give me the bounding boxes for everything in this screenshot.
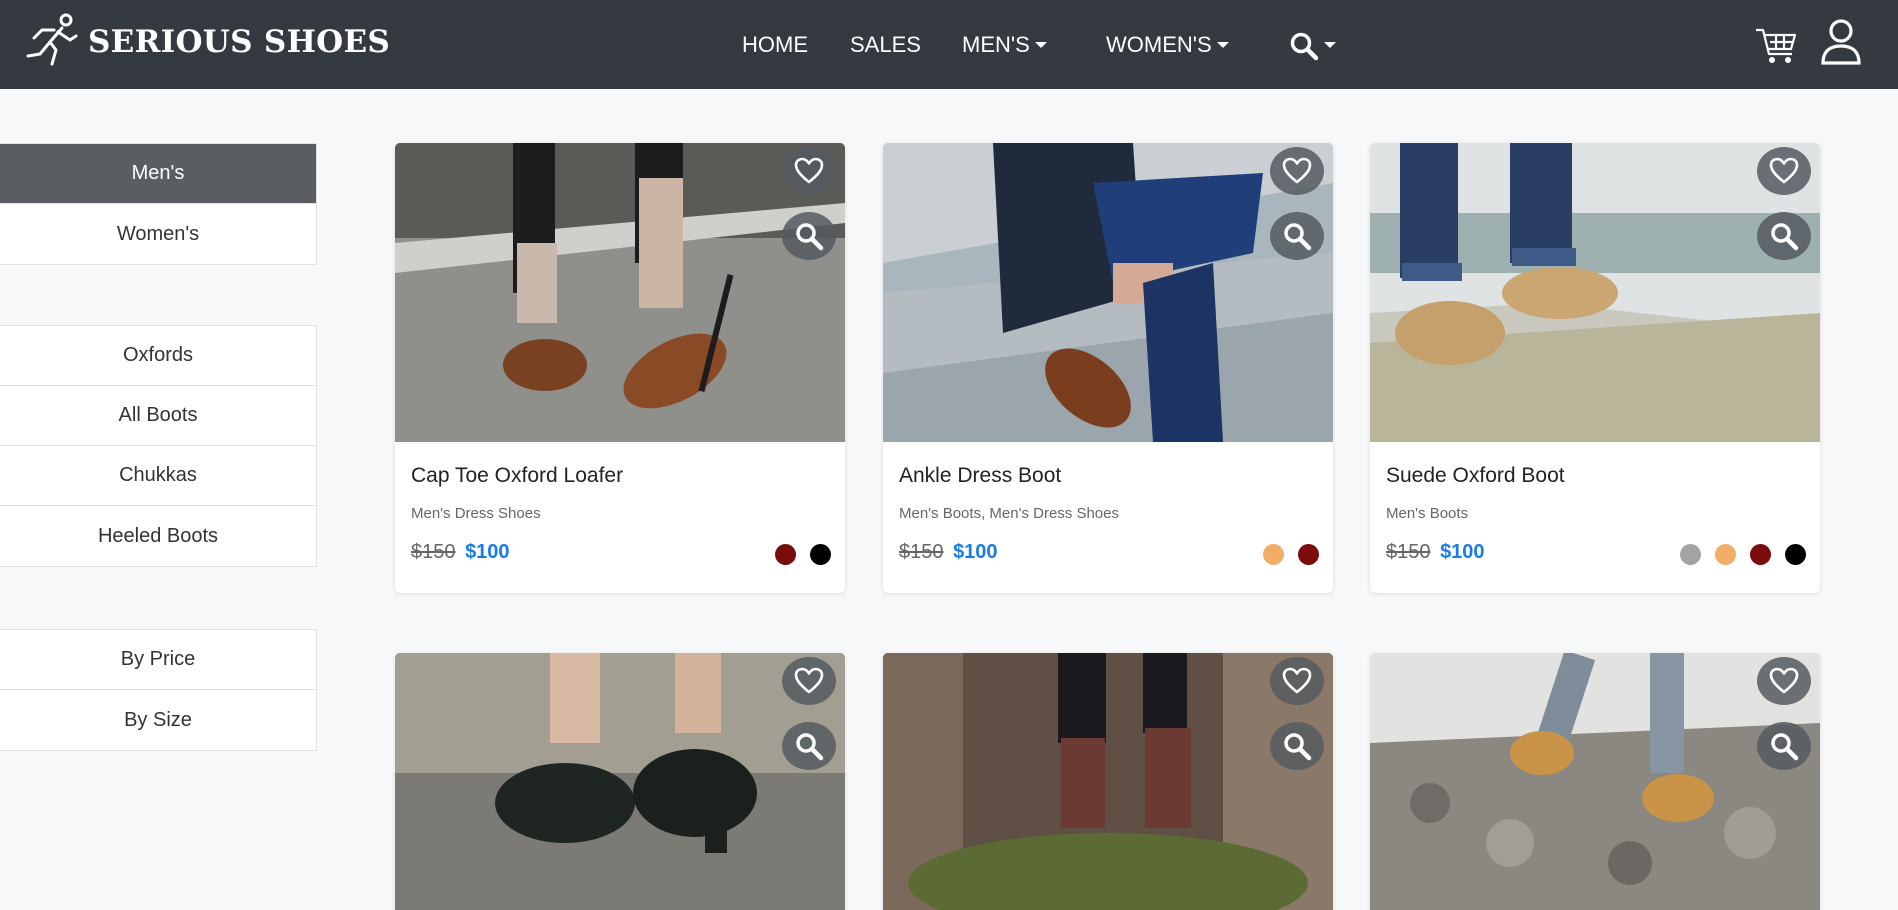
heart-icon [1769, 157, 1799, 184]
product-image[interactable] [1370, 653, 1820, 910]
color-swatch-gray[interactable] [1680, 544, 1701, 565]
product-card[interactable]: Suede Oxford Boot Men's Boots $150 $100 [1370, 143, 1820, 593]
product-image[interactable] [395, 653, 845, 910]
favorite-button[interactable] [1757, 657, 1811, 705]
product-title[interactable]: Cap Toe Oxford Loafer [411, 464, 623, 488]
sidebar-item-chukkas[interactable]: Chukkas [0, 446, 316, 506]
favorite-button[interactable] [782, 657, 836, 705]
product-title[interactable]: Ankle Dress Boot [899, 464, 1061, 488]
product-photo [883, 653, 1333, 910]
heart-icon [794, 157, 824, 184]
brand-name: SERIOUS SHOES [88, 24, 391, 60]
color-swatch-burgundy[interactable] [1750, 544, 1771, 565]
quick-view-button[interactable] [1757, 722, 1811, 770]
color-swatch-burgundy[interactable] [1298, 544, 1319, 565]
sidebar-item-all-boots[interactable]: All Boots [0, 386, 316, 446]
search-icon [796, 223, 824, 251]
heart-icon [1282, 667, 1312, 694]
brand[interactable]: SERIOUS SHOES [24, 12, 390, 72]
chevron-down-icon [1324, 41, 1336, 48]
product-photo [883, 143, 1333, 442]
favorite-button[interactable] [1270, 147, 1324, 195]
sidebar-item-womens[interactable]: Women's [0, 204, 316, 264]
quick-view-button[interactable] [782, 212, 836, 260]
product-image[interactable] [883, 143, 1333, 442]
heart-icon [1282, 157, 1312, 184]
product-image[interactable] [883, 653, 1333, 910]
color-swatch-tan[interactable] [1263, 544, 1284, 565]
product-photo [395, 143, 845, 442]
quick-view-button[interactable] [1270, 722, 1324, 770]
search-icon [796, 733, 824, 761]
nav-mens-dropdown[interactable]: MEN'S [962, 30, 1047, 60]
sidebar-sort-group: By Price By Size [0, 629, 317, 751]
sidebar-item-by-size[interactable]: By Size [0, 690, 316, 750]
product-photo [395, 653, 845, 910]
nav-mens-label: MEN'S [962, 32, 1030, 57]
sidebar-item-by-price[interactable]: By Price [0, 630, 316, 690]
search-icon [1771, 733, 1799, 761]
favorite-button[interactable] [1270, 657, 1324, 705]
card-body: Suede Oxford Boot Men's Boots $150 $100 [1370, 442, 1820, 593]
color-swatch-burgundy[interactable] [775, 544, 796, 565]
chevron-down-icon [1216, 41, 1229, 48]
running-man-logo-icon [26, 13, 78, 66]
nav-womens-dropdown[interactable]: WOMEN'S [1106, 30, 1229, 60]
product-photo [1370, 653, 1820, 910]
old-price: $150 [411, 541, 456, 563]
product-title[interactable]: Suede Oxford Boot [1386, 464, 1565, 488]
sale-price: $100 [953, 541, 998, 563]
quick-view-button[interactable] [1757, 212, 1811, 260]
product-price: $150 $100 [411, 541, 510, 564]
product-image[interactable] [395, 143, 845, 442]
heart-icon [794, 667, 824, 694]
sidebar-gender-group: Men's Women's [0, 143, 317, 265]
product-card[interactable] [1370, 653, 1820, 910]
chevron-down-icon [1034, 41, 1047, 48]
product-category: Men's Boots, Men's Dress Shoes [899, 505, 1119, 522]
quick-view-button[interactable] [1270, 212, 1324, 260]
nav-sales[interactable]: SALES [850, 30, 921, 60]
top-navbar: SERIOUS SHOES HOME SALES MEN'S WOMEN'S [0, 0, 1898, 89]
user-account-icon[interactable] [1820, 18, 1862, 66]
sale-price: $100 [465, 541, 510, 563]
product-card[interactable]: Ankle Dress Boot Men's Boots, Men's Dres… [883, 143, 1333, 593]
color-swatches [1263, 544, 1319, 565]
card-body: Cap Toe Oxford Loafer Men's Dress Shoes … [395, 442, 845, 593]
old-price: $150 [899, 541, 944, 563]
search-icon [1284, 733, 1312, 761]
product-photo [1370, 143, 1820, 442]
sidebar-item-heeled-boots[interactable]: Heeled Boots [0, 506, 316, 566]
color-swatch-black[interactable] [1785, 544, 1806, 565]
favorite-button[interactable] [1757, 147, 1811, 195]
color-swatch-tan[interactable] [1715, 544, 1736, 565]
sale-price: $100 [1440, 541, 1485, 563]
favorite-button[interactable] [782, 147, 836, 195]
search-icon [1284, 223, 1312, 251]
nav-home[interactable]: HOME [742, 30, 808, 60]
product-price: $150 $100 [1386, 541, 1485, 564]
product-price: $150 $100 [899, 541, 998, 564]
nav-search-dropdown[interactable] [1289, 30, 1336, 62]
sidebar-item-mens[interactable]: Men's [0, 144, 316, 204]
color-swatches [1680, 544, 1806, 565]
product-card[interactable] [395, 653, 845, 910]
color-swatch-black[interactable] [810, 544, 831, 565]
card-body: Ankle Dress Boot Men's Boots, Men's Dres… [883, 442, 1333, 593]
product-card[interactable] [883, 653, 1333, 910]
product-card[interactable]: Cap Toe Oxford Loafer Men's Dress Shoes … [395, 143, 845, 593]
sidebar-style-group: Oxfords All Boots Chukkas Heeled Boots [0, 325, 317, 567]
cart-icon[interactable] [1754, 24, 1798, 66]
product-image[interactable] [1370, 143, 1820, 442]
nav-womens-label: WOMEN'S [1106, 32, 1212, 57]
color-swatches [775, 544, 831, 565]
quick-view-button[interactable] [782, 722, 836, 770]
old-price: $150 [1386, 541, 1431, 563]
heart-icon [1769, 667, 1799, 694]
search-icon [1290, 32, 1319, 61]
product-category: Men's Dress Shoes [411, 505, 541, 522]
product-category: Men's Boots [1386, 505, 1469, 522]
search-icon [1771, 223, 1799, 251]
sidebar-item-oxfords[interactable]: Oxfords [0, 326, 316, 386]
